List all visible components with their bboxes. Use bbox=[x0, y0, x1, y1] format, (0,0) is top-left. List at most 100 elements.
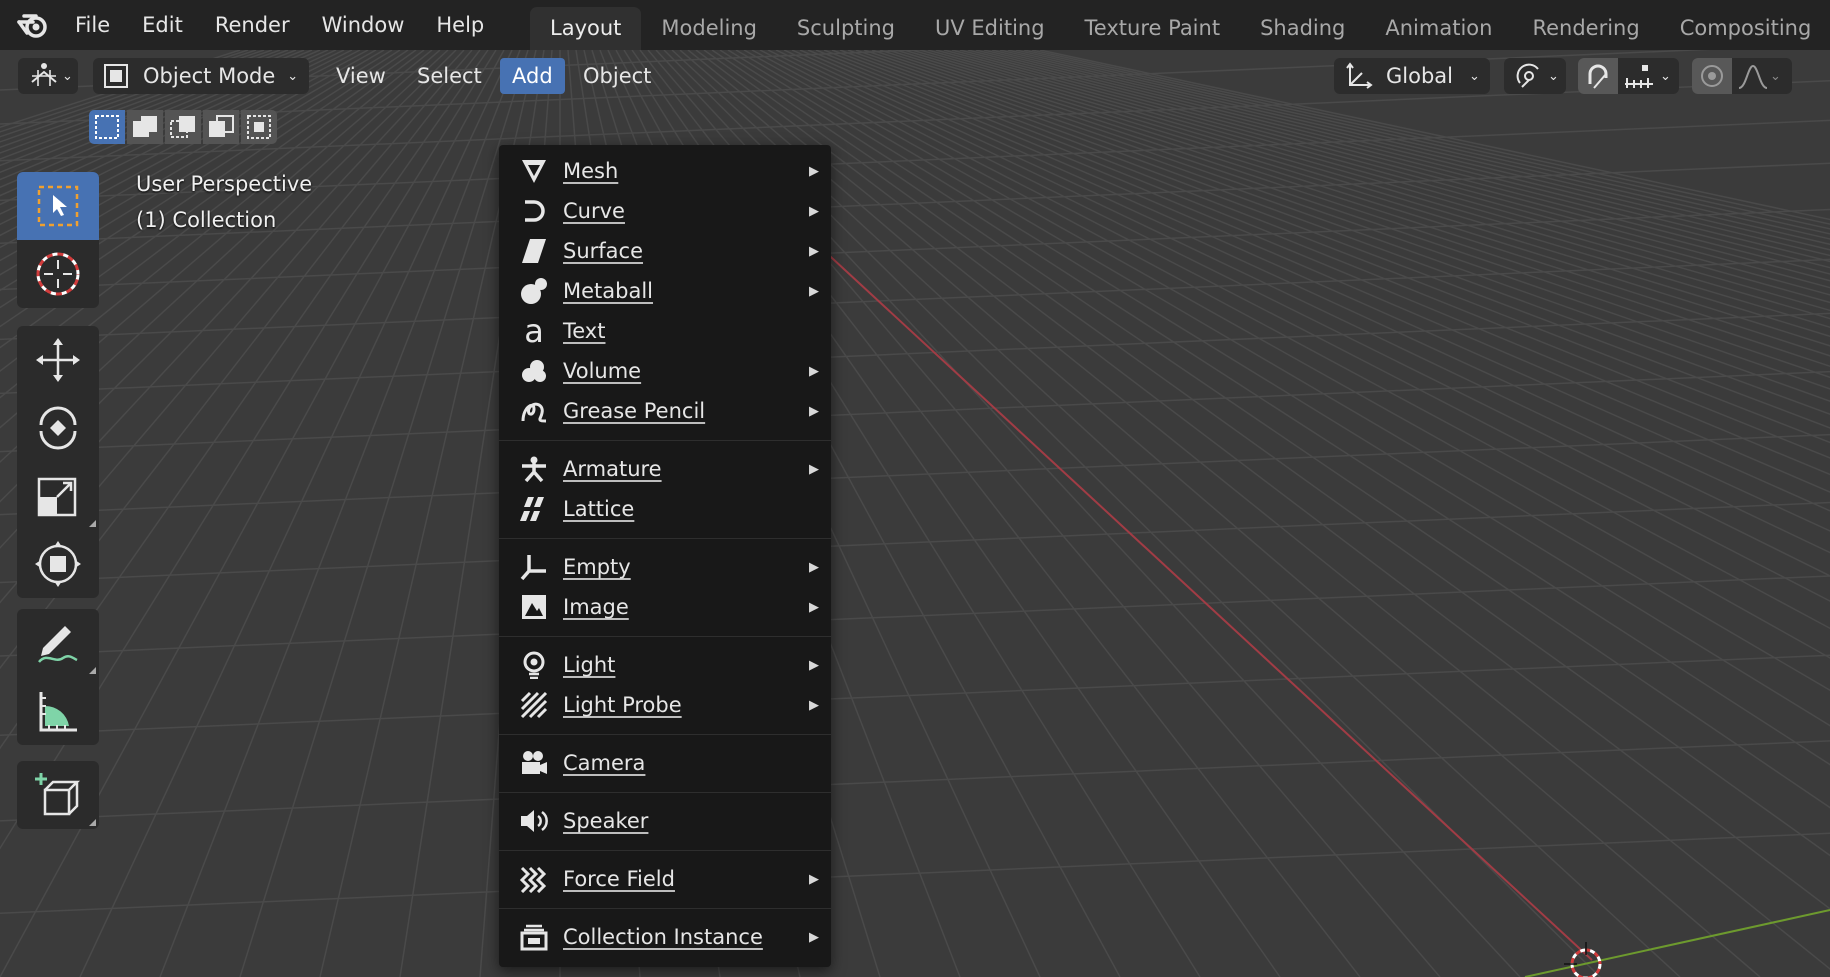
select-subtract-mode[interactable] bbox=[165, 110, 201, 144]
select-new-icon bbox=[95, 115, 119, 139]
cursor-tool[interactable] bbox=[17, 240, 99, 308]
3d-viewport[interactable]: ⌄ Object Mode ⌄ View Select Add Object G… bbox=[0, 50, 1830, 977]
mode-selector[interactable]: Object Mode ⌄ bbox=[93, 58, 309, 94]
proportional-editing-group: ⌄ bbox=[1692, 58, 1792, 94]
select-menu[interactable]: Select bbox=[405, 58, 494, 94]
menu-item-armature[interactable]: Armature ▶ bbox=[499, 449, 831, 489]
expand-corner-icon bbox=[89, 520, 96, 527]
menu-item-label: Lattice bbox=[563, 497, 635, 521]
scale-tool[interactable] bbox=[17, 462, 99, 530]
menu-item-force-field[interactable]: Force Field ▶ bbox=[499, 859, 831, 899]
light-probe-icon bbox=[519, 690, 549, 720]
menu-item-label: Light bbox=[563, 653, 616, 677]
transform-icon bbox=[35, 541, 81, 587]
proportional-editing-toggle[interactable] bbox=[1692, 58, 1732, 94]
camera-icon bbox=[519, 748, 549, 778]
tab-animation[interactable]: Animation bbox=[1365, 7, 1512, 50]
snap-toggle[interactable] bbox=[1578, 58, 1618, 94]
scale-icon bbox=[37, 477, 77, 517]
light-icon bbox=[519, 650, 549, 680]
add-cube-tool[interactable] bbox=[17, 761, 99, 829]
chevron-down-icon: ⌄ bbox=[1660, 68, 1671, 84]
tab-compositing[interactable]: Compositing bbox=[1660, 7, 1830, 50]
rotate-tool[interactable] bbox=[17, 394, 99, 462]
falloff-curve-icon[interactable] bbox=[1736, 62, 1770, 90]
menu-item-grease-pencil[interactable]: Grease Pencil ▶ bbox=[499, 391, 831, 431]
menu-item-collection-instance[interactable]: Collection Instance ▶ bbox=[499, 917, 831, 957]
menu-item-mesh[interactable]: Mesh ▶ bbox=[499, 151, 831, 191]
menu-item-surface[interactable]: Surface ▶ bbox=[499, 231, 831, 271]
menu-file[interactable]: File bbox=[71, 5, 126, 45]
select-intersect-mode[interactable] bbox=[241, 110, 277, 144]
empty-icon bbox=[519, 552, 549, 582]
speaker-icon bbox=[519, 806, 549, 836]
menu-item-metaball[interactable]: Metaball ▶ bbox=[499, 271, 831, 311]
menu-render[interactable]: Render bbox=[199, 5, 306, 45]
menu-item-image[interactable]: Image ▶ bbox=[499, 587, 831, 627]
menu-item-light-probe[interactable]: Light Probe ▶ bbox=[499, 685, 831, 725]
menu-item-empty[interactable]: Empty ▶ bbox=[499, 547, 831, 587]
transform-orientation-selector[interactable]: Global ⌄ bbox=[1334, 58, 1490, 94]
measure-tool[interactable] bbox=[17, 677, 99, 745]
snap-increment-icon[interactable] bbox=[1622, 62, 1656, 90]
workspace-tabs: Layout Modeling Sculpting UV Editing Tex… bbox=[530, 7, 1830, 50]
move-tool[interactable] bbox=[17, 326, 99, 394]
menu-item-speaker[interactable]: Speaker bbox=[499, 801, 831, 841]
surface-icon bbox=[519, 236, 549, 266]
rotate-icon bbox=[39, 406, 77, 450]
select-box-tool[interactable] bbox=[17, 172, 99, 240]
menu-item-label: Image bbox=[563, 595, 629, 619]
x-axis-line bbox=[779, 209, 1593, 961]
move-icon bbox=[36, 338, 80, 382]
menu-item-volume[interactable]: Volume ▶ bbox=[499, 351, 831, 391]
orientation-label: Global bbox=[1386, 64, 1453, 88]
menu-window[interactable]: Window bbox=[306, 5, 421, 45]
collection-label: (1) Collection bbox=[136, 208, 277, 232]
toolbar-group-annotate bbox=[17, 609, 99, 745]
tab-modeling[interactable]: Modeling bbox=[641, 7, 777, 50]
menu-help[interactable]: Help bbox=[420, 5, 500, 45]
view-menu[interactable]: View bbox=[324, 58, 398, 94]
tab-texture-paint[interactable]: Texture Paint bbox=[1065, 7, 1241, 50]
object-menu[interactable]: Object bbox=[571, 58, 663, 94]
menu-item-camera[interactable]: Camera bbox=[499, 743, 831, 783]
editor-type-button[interactable]: ⌄ bbox=[18, 58, 78, 94]
menu-separator bbox=[499, 734, 831, 735]
select-subtract-icon bbox=[170, 116, 195, 138]
menu-item-curve[interactable]: Curve ▶ bbox=[499, 191, 831, 231]
menu-item-lattice[interactable]: Lattice bbox=[499, 489, 831, 529]
tab-sculpting[interactable]: Sculpting bbox=[777, 7, 915, 50]
transform-tool[interactable] bbox=[17, 530, 99, 598]
volume-icon bbox=[519, 356, 549, 386]
menu-separator bbox=[499, 440, 831, 441]
menu-edit[interactable]: Edit bbox=[126, 5, 199, 45]
menu-item-text[interactable]: a Text bbox=[499, 311, 831, 351]
pivot-point-selector[interactable]: ⌄ bbox=[1504, 58, 1566, 94]
select-invert-icon bbox=[209, 115, 234, 137]
tab-rendering[interactable]: Rendering bbox=[1512, 7, 1659, 50]
orientation-axes-icon bbox=[1346, 62, 1373, 89]
select-invert-mode[interactable] bbox=[203, 110, 239, 144]
collection-instance-icon bbox=[519, 922, 549, 952]
annotate-tool[interactable] bbox=[17, 609, 99, 677]
blender-logo-icon[interactable] bbox=[17, 7, 53, 43]
menu-item-label: Mesh bbox=[563, 159, 619, 183]
menu-separator bbox=[499, 792, 831, 793]
select-new-mode[interactable] bbox=[89, 110, 125, 144]
snap-group: ⌄ bbox=[1578, 58, 1679, 94]
add-menu-dropdown: Mesh ▶ Curve ▶ Surface ▶ Metaball ▶ a Te… bbox=[499, 145, 831, 967]
select-extend-mode[interactable] bbox=[127, 110, 163, 144]
image-icon bbox=[519, 592, 549, 622]
tab-uv-editing[interactable]: UV Editing bbox=[915, 7, 1065, 50]
menu-item-light[interactable]: Light ▶ bbox=[499, 645, 831, 685]
menu-item-label: Collection Instance bbox=[563, 925, 763, 949]
add-menu[interactable]: Add bbox=[500, 58, 565, 94]
tab-shading[interactable]: Shading bbox=[1240, 7, 1365, 50]
chevron-down-icon: ⌄ bbox=[1469, 68, 1480, 84]
tab-layout[interactable]: Layout bbox=[530, 7, 642, 50]
menu-item-label: Camera bbox=[563, 751, 646, 775]
select-box-icon bbox=[37, 185, 79, 227]
3d-cursor-icon[interactable] bbox=[1561, 939, 1611, 977]
submenu-arrow-icon: ▶ bbox=[809, 599, 819, 615]
magnet-icon bbox=[1588, 64, 1608, 89]
